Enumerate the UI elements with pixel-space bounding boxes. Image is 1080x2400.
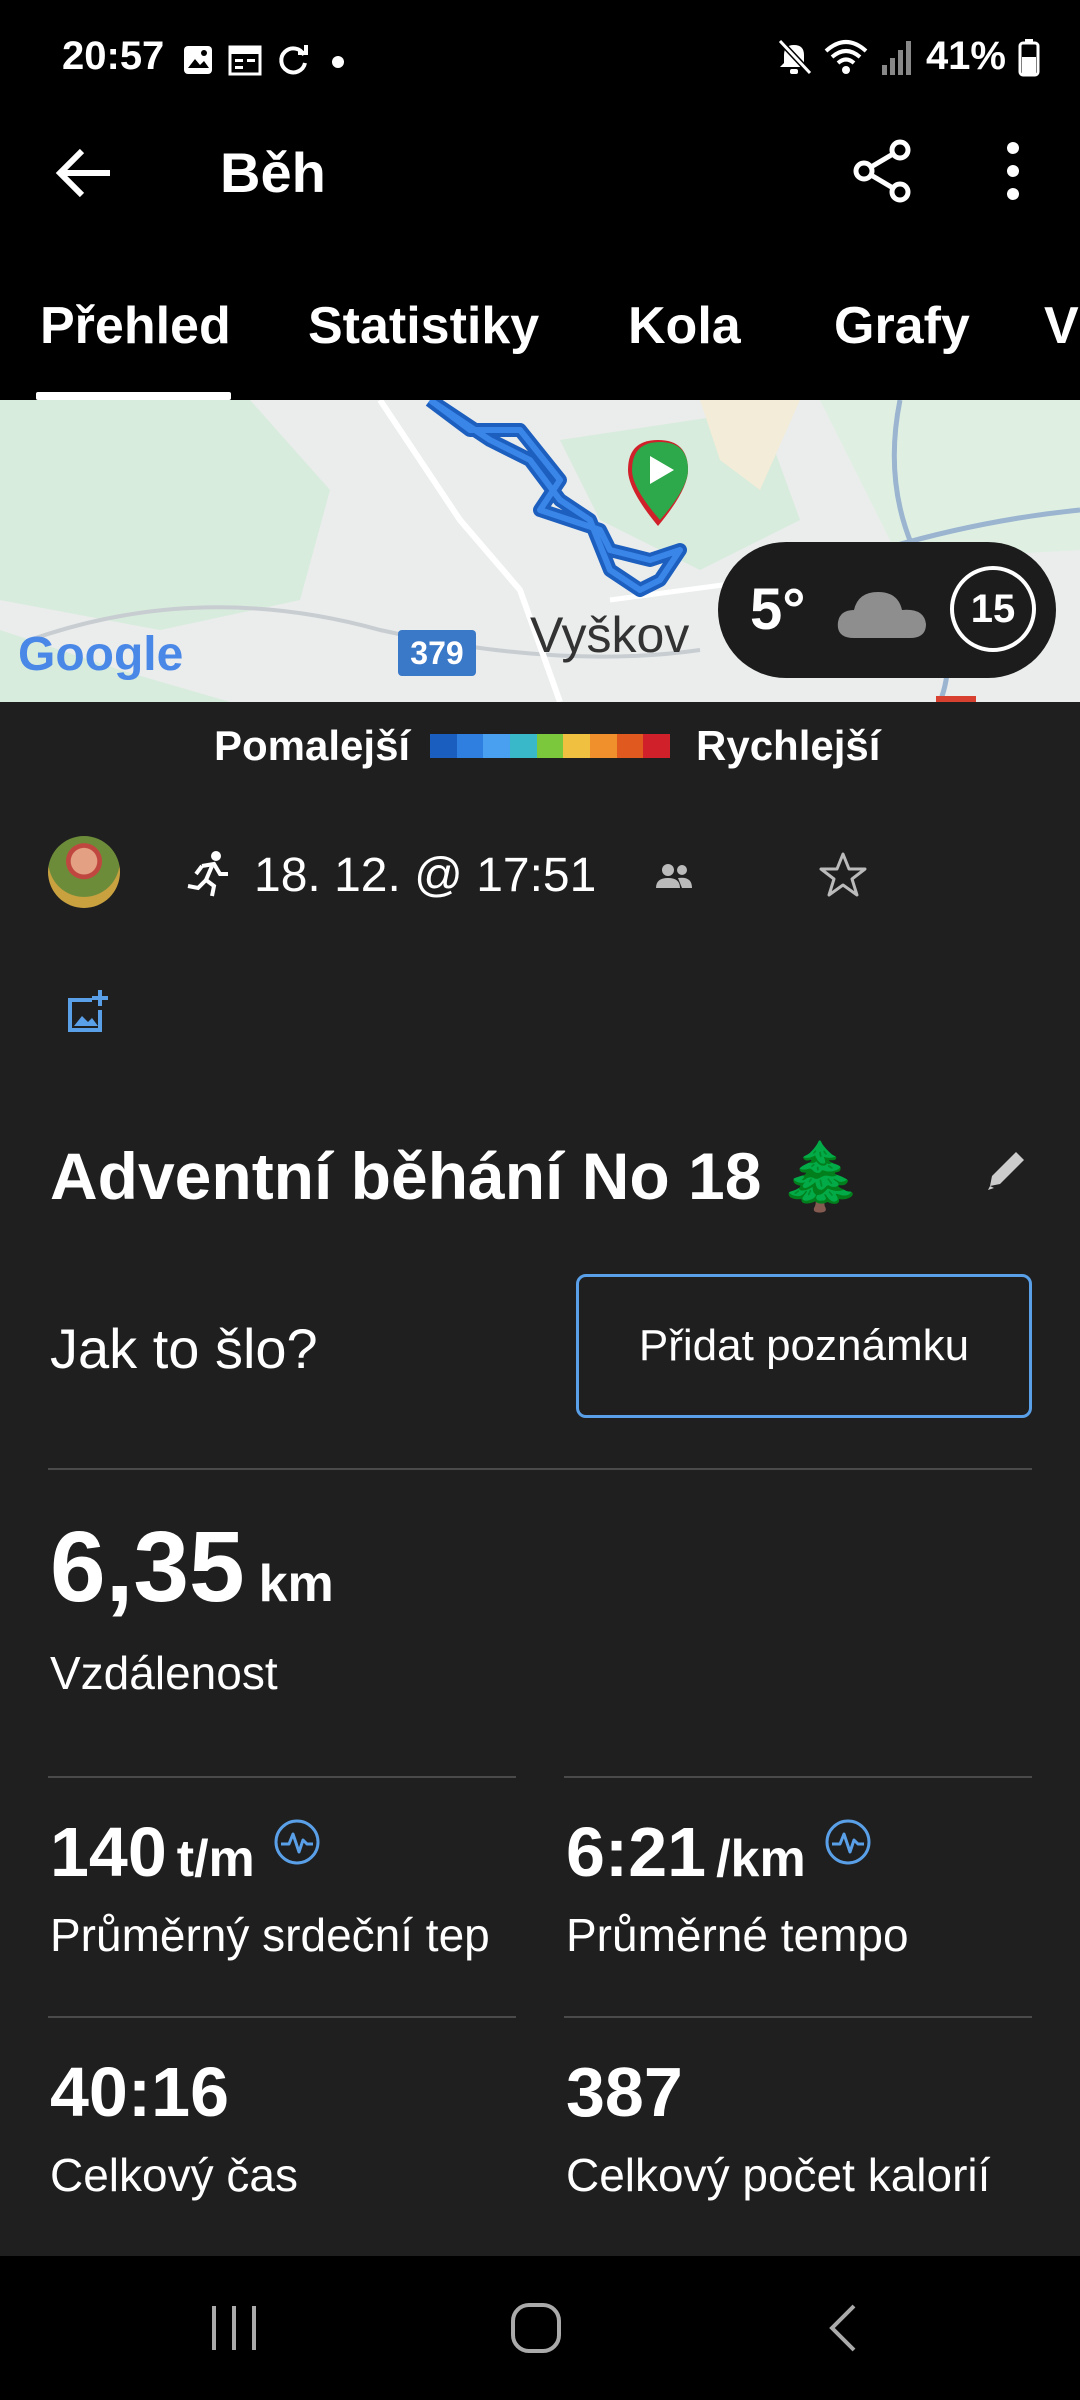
- sync-icon: [279, 45, 308, 75]
- signal-icon: [881, 40, 911, 75]
- battery-percent: 41%: [925, 34, 1006, 78]
- distance-value: 6,35: [50, 1511, 245, 1623]
- home-icon[interactable]: [508, 2300, 564, 2356]
- pace-unit: /km: [716, 1830, 806, 1888]
- gallery-icon: [184, 46, 212, 74]
- battery-icon: [1018, 38, 1040, 76]
- distance-value-row: 6,35 km: [50, 1510, 334, 1625]
- pace-legend-faster: Rychlejší: [696, 722, 881, 769]
- heart-rate-label: Průměrný srdeční tep: [50, 1909, 490, 1961]
- weather-badge: 5° 15: [718, 542, 1056, 678]
- tab-charts[interactable]: Grafy: [834, 296, 970, 356]
- divider: [564, 2016, 1032, 2018]
- status-time: 20:57: [62, 34, 165, 78]
- running-icon: [187, 851, 228, 897]
- road-number-label: 379: [410, 635, 463, 671]
- mute-icon: [777, 38, 812, 75]
- user-avatar[interactable]: [48, 836, 120, 908]
- tab-laps[interactable]: Kola: [628, 296, 741, 356]
- tab-statistics[interactable]: Statistiky: [308, 296, 539, 356]
- back-icon[interactable]: [816, 2300, 872, 2356]
- pace-value: 6:21: [566, 1813, 707, 1891]
- how-did-it-go-label: Jak to šlo?: [50, 1317, 318, 1380]
- google-logo: Google: [18, 628, 183, 681]
- activity-title: Adventní běhání No 18 🌲: [50, 1139, 862, 1213]
- app-bar: [0, 120, 1080, 270]
- pace-legend-slower: Pomalejší: [214, 722, 411, 769]
- wind-speed-indicator: 15: [950, 566, 1036, 652]
- star-icon[interactable]: [818, 850, 868, 900]
- total-time-value: 40:16: [50, 2053, 230, 2131]
- back-arrow-icon[interactable]: [52, 140, 118, 206]
- wifi-icon: [824, 39, 868, 74]
- recent-apps-icon[interactable]: [206, 2300, 262, 2356]
- cloud-icon: [837, 592, 926, 638]
- total-time-label: Celkový čas: [50, 2149, 298, 2201]
- add-note-button[interactable]: Přidat poznámku: [576, 1274, 1032, 1418]
- calories-value: 387: [566, 2053, 683, 2131]
- divider: [48, 1468, 1032, 1470]
- pace-label: Průměrné tempo: [566, 1909, 909, 1961]
- calories-label: Celkový počet kalorií: [566, 2149, 991, 2201]
- weather-temperature: 5°: [750, 577, 806, 642]
- heart-rate-value-row: 140 t/m: [50, 1812, 321, 1892]
- divider: [48, 1776, 516, 1778]
- pace-value-row: 6:21/km: [566, 1812, 872, 1892]
- status-system-icons: 41%: [776, 34, 1040, 79]
- divider: [48, 2016, 516, 2018]
- tab-overview[interactable]: Přehled: [40, 296, 231, 356]
- distance-unit: km: [258, 1555, 334, 1613]
- pace-legend-gradient: [430, 734, 671, 758]
- activity-date: 18. 12. @ 17:51: [254, 849, 597, 902]
- add-photo-icon[interactable]: [62, 988, 110, 1036]
- divider: [564, 1776, 1032, 1778]
- calendar-icon: [228, 45, 262, 76]
- town-label: Vyškov: [530, 607, 689, 663]
- more-options-icon[interactable]: [990, 138, 1036, 204]
- dot-icon: [332, 56, 344, 68]
- heart-rate-monitor-icon[interactable]: [273, 1818, 321, 1866]
- share-icon[interactable]: [850, 138, 916, 204]
- heart-rate-value: 140: [50, 1813, 167, 1891]
- heart-rate-unit: t/m: [176, 1830, 255, 1888]
- page-title: Běh: [220, 141, 326, 204]
- active-tab-indicator: [36, 392, 231, 400]
- pace-monitor-icon[interactable]: [824, 1818, 872, 1866]
- edit-pencil-icon[interactable]: [984, 1146, 1030, 1192]
- people-icon[interactable]: [654, 856, 694, 896]
- status-notification-icons: [182, 40, 352, 80]
- tab-more-partial[interactable]: V: [1044, 296, 1079, 356]
- distance-label: Vzdálenost: [50, 1647, 278, 1699]
